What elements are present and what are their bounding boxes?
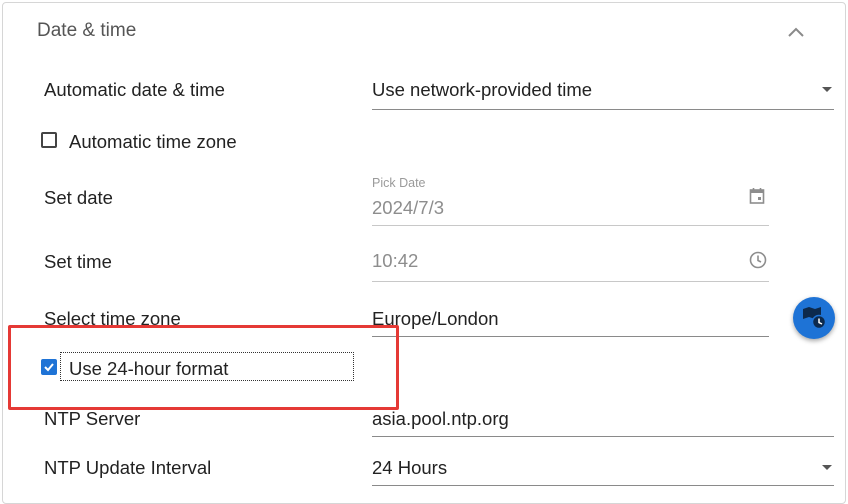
timezone-value: Europe/London [372,308,499,329]
ntp-interval-value: 24 Hours [372,457,448,478]
checkbox-box [41,132,57,148]
chevron-up-icon [788,27,804,37]
auto-datetime-select[interactable]: Use network-provided time [372,70,834,110]
set-date-field[interactable]: Pick Date 2024/7/3 [372,175,769,227]
ntp-interval-underline [372,485,834,486]
auto-timezone-label: Automatic time zone [69,131,237,152]
auto-timezone-checkbox[interactable]: Automatic time zone [40,130,270,156]
checkmark-icon [44,363,54,372]
time-value: 10:42 [372,250,419,271]
set-date-label: Set date [44,187,113,208]
timezone-label: Select time zone [44,308,181,329]
ntp-interval-select[interactable]: 24 Hours [372,447,834,487]
select-underline [372,109,834,110]
auto-datetime-label: Automatic date & time [44,79,225,100]
set-time-field[interactable]: 10:42 [372,240,769,282]
dropdown-arrow-icon [822,87,832,92]
set-time-label: Set time [44,251,112,272]
clock-icon [749,251,767,269]
hour-format-label: Use 24-hour format [69,358,229,379]
auto-datetime-value: Use network-provided time [372,79,593,100]
timezone-underline [372,336,769,337]
time-underline [372,281,769,282]
date-value: 2024/7/3 [372,197,445,218]
ntp-server-underline [372,436,834,437]
ntp-server-label: NTP Server [44,408,141,429]
calendar-icon [749,188,765,204]
dropdown-arrow-icon [822,465,832,470]
checkbox-box [41,359,57,375]
timezone-map-button[interactable] [793,297,835,339]
map-clock-icon [803,307,827,330]
collapse-button[interactable] [784,20,808,44]
timezone-field[interactable]: Europe/London [372,298,769,338]
ntp-server-input[interactable]: asia.pool.ntp.org [372,398,834,438]
section-title: Date & time [37,20,137,41]
date-helper-text: Pick Date [372,176,426,190]
ntp-interval-label: NTP Update Interval [44,457,212,478]
ntp-server-value: asia.pool.ntp.org [372,408,509,429]
date-underline [372,225,769,226]
